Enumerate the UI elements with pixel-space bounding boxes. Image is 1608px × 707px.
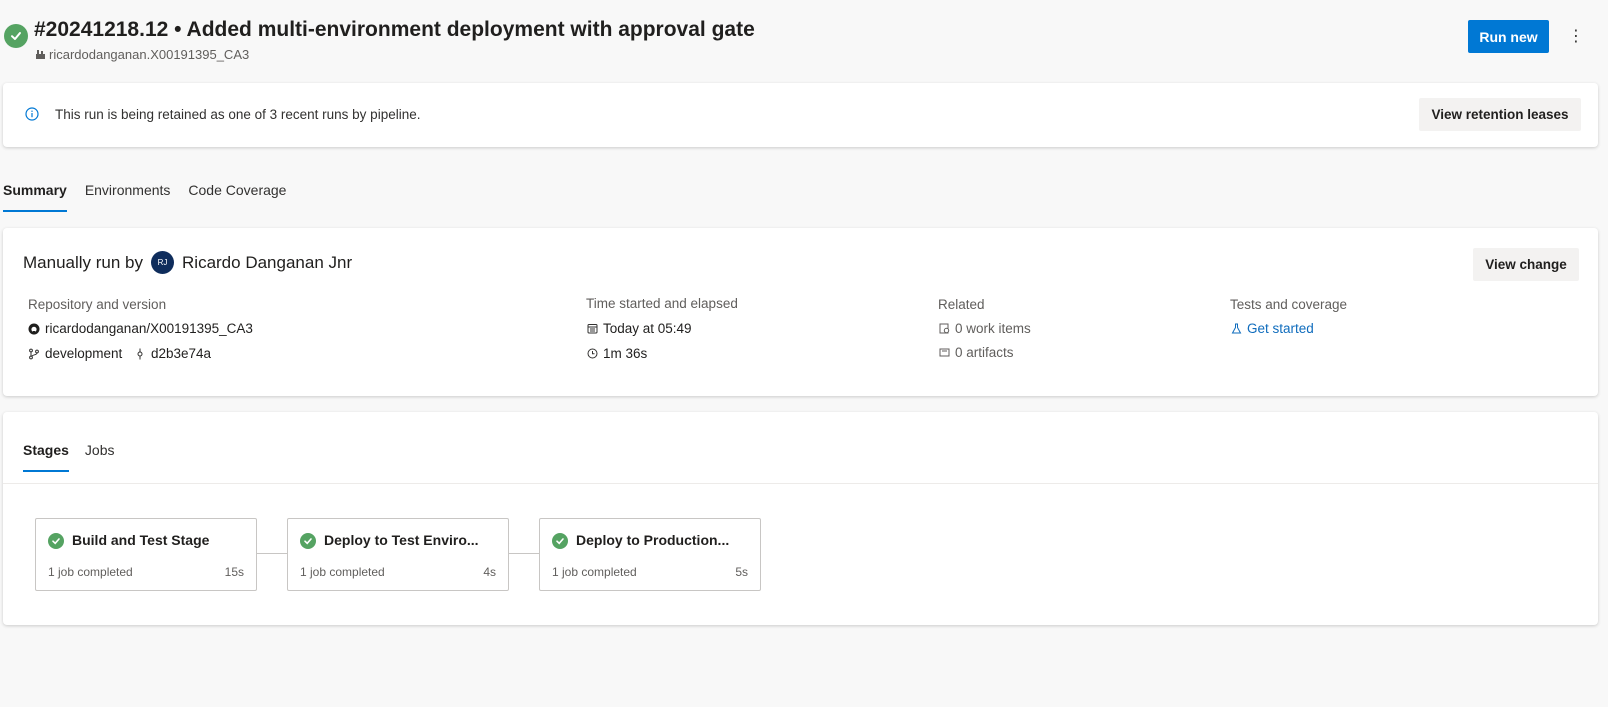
stage-success-icon <box>552 533 568 549</box>
start-time: Today at 05:49 <box>603 321 692 336</box>
run-status-success-icon <box>4 24 28 48</box>
run-new-button[interactable]: Run new <box>1468 20 1549 53</box>
work-item-icon <box>938 323 950 335</box>
stage-jobs: 1 job completed <box>48 565 133 579</box>
stage-deploy-production[interactable]: Deploy to Production... 1 job completed … <box>539 518 761 591</box>
stage-name: Deploy to Test Enviro... <box>324 532 479 548</box>
stage-jobs: 1 job completed <box>300 565 385 579</box>
stage-duration: 5s <box>735 565 748 579</box>
elapsed-time: 1m 36s <box>603 346 648 361</box>
tab-summary[interactable]: Summary <box>3 172 67 212</box>
view-retention-leases-button[interactable]: View retention leases <box>1419 98 1581 131</box>
time-started: Today at 05:49 <box>586 321 692 336</box>
tab-environments[interactable]: Environments <box>85 172 171 212</box>
branch-name[interactable]: development <box>45 346 122 361</box>
manual-run-label: Manually run by <box>23 252 144 272</box>
commit-icon <box>134 348 146 360</box>
work-items-link[interactable]: 0 work items <box>938 321 1031 336</box>
work-items-count[interactable]: 0 work items <box>955 321 1031 336</box>
time-elapsed: 1m 36s <box>586 346 647 361</box>
artifacts-count[interactable]: 0 artifacts <box>955 345 1014 360</box>
repository-heading: Repository and version <box>28 297 167 312</box>
github-icon <box>28 323 40 335</box>
view-change-button[interactable]: View change <box>1473 248 1579 281</box>
user-name[interactable]: Ricardo Danganan Jnr <box>182 253 352 273</box>
stage-jobs: 1 job completed <box>552 565 637 579</box>
stage-name: Deploy to Production... <box>576 532 730 548</box>
tab-stages[interactable]: Stages <box>23 432 69 472</box>
run-tabs: Summary Environments Code Coverage <box>3 172 286 212</box>
manual-run-line: Manually run by RJ Ricardo Danganan Jnr <box>23 251 352 274</box>
more-options-icon[interactable]: ⋮ <box>1568 24 1584 48</box>
stage-name: Build and Test Stage <box>72 532 210 548</box>
stage-deploy-test[interactable]: Deploy to Test Enviro... 1 job completed… <box>287 518 509 591</box>
retention-message: This run is being retained as one of 3 r… <box>55 107 421 122</box>
branch-link[interactable]: development <box>28 346 122 361</box>
pipeline-name[interactable]: ricardodanganan.X00191395_CA3 <box>49 47 249 62</box>
stage-success-icon <box>300 533 316 549</box>
clock-icon <box>586 348 598 360</box>
stages-card: Stages Jobs Build and Test Stage 1 job c… <box>3 412 1598 625</box>
repository-link[interactable]: ricardodanganan/X00191395_CA3 <box>28 321 253 336</box>
stage-tabs: Stages Jobs <box>23 432 115 472</box>
stage-duration: 15s <box>224 565 244 579</box>
get-started-label[interactable]: Get started <box>1247 321 1314 336</box>
tab-jobs[interactable]: Jobs <box>85 432 115 472</box>
get-started-link[interactable]: Get started <box>1230 321 1314 336</box>
avatar: RJ <box>151 251 175 274</box>
stage-divider <box>3 483 1598 484</box>
stage-connector <box>257 553 287 554</box>
repository-name[interactable]: ricardodanganan/X00191395_CA3 <box>45 321 253 336</box>
tests-heading: Tests and coverage <box>1230 297 1348 312</box>
flask-icon <box>1230 323 1242 335</box>
commit-id[interactable]: d2b3e74a <box>151 346 211 361</box>
stage-build-and-test[interactable]: Build and Test Stage 1 job completed 15s <box>35 518 257 591</box>
related-heading: Related <box>938 297 985 312</box>
summary-card: Manually run by RJ Ricardo Danganan Jnr … <box>3 228 1598 396</box>
stage-success-icon <box>48 533 64 549</box>
artifacts-link[interactable]: 0 artifacts <box>938 345 1014 360</box>
pipeline-link[interactable]: ricardodanganan.X00191395_CA3 <box>34 47 249 62</box>
branch-icon <box>28 348 40 360</box>
commit-link[interactable]: d2b3e74a <box>134 346 211 361</box>
stage-duration: 4s <box>483 565 496 579</box>
artifact-icon <box>938 347 950 359</box>
time-heading: Time started and elapsed <box>586 296 738 311</box>
tab-code-coverage[interactable]: Code Coverage <box>188 172 286 212</box>
calendar-icon <box>586 323 598 335</box>
page-title: #20241218.12 • Added multi-environment d… <box>34 18 755 41</box>
stage-connector <box>509 553 539 554</box>
retention-banner: This run is being retained as one of 3 r… <box>3 83 1598 147</box>
info-icon <box>25 107 39 121</box>
pipeline-icon <box>34 49 46 61</box>
